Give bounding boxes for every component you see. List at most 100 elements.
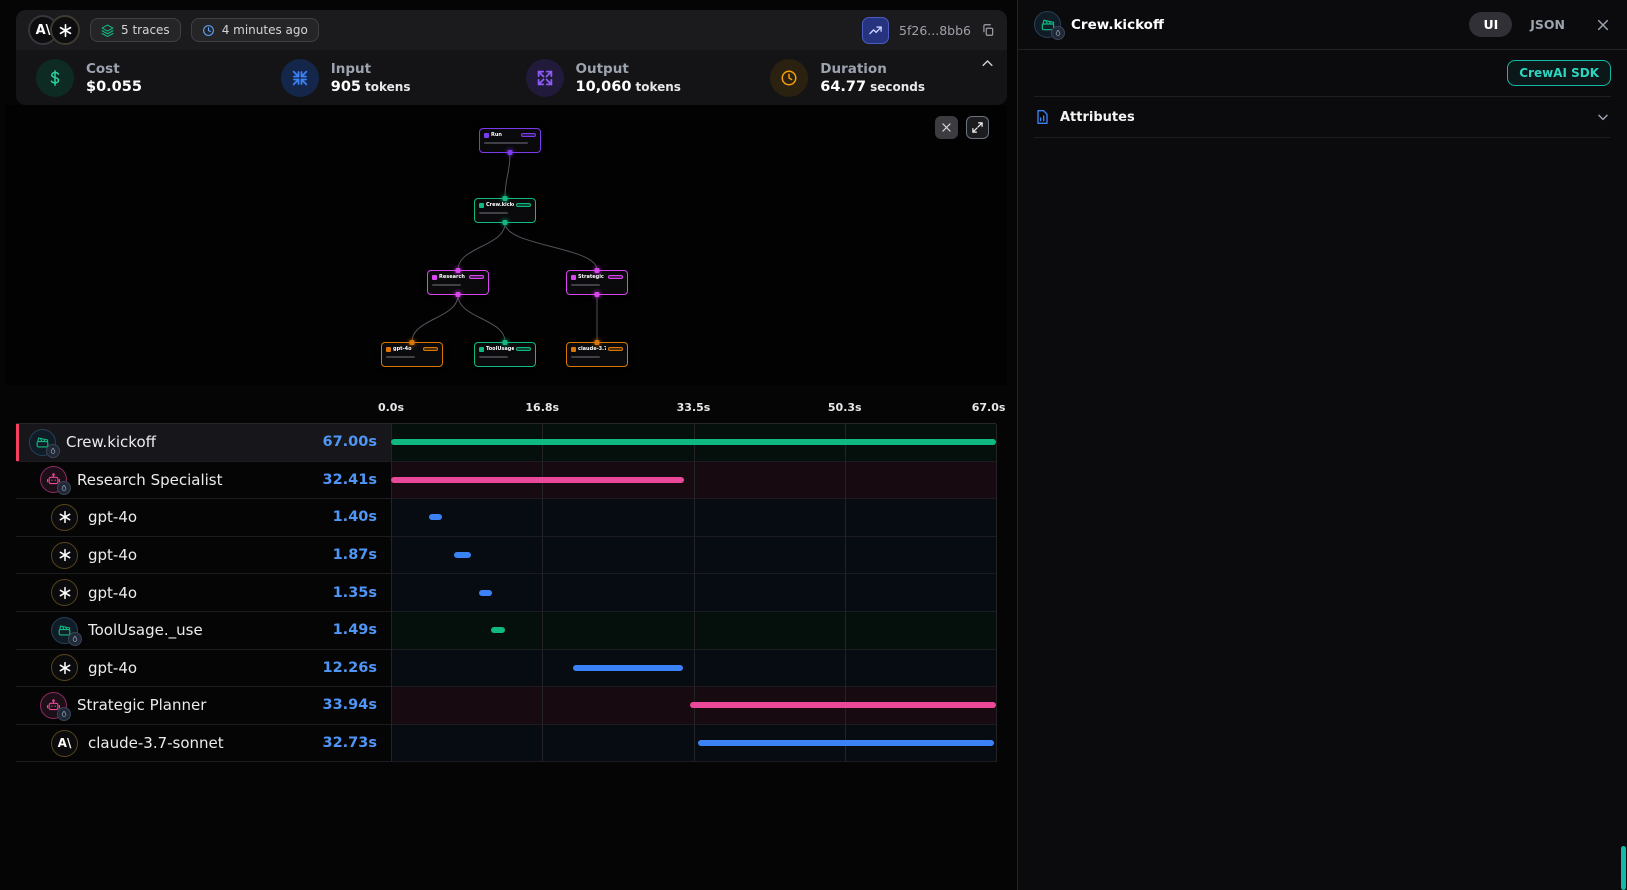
tab-ui[interactable]: UI: [1469, 12, 1512, 37]
node-subtitle: [386, 356, 415, 358]
app-root: A\ 5 traces 4 minutes ago 5f26...8bb6 Co…: [0, 0, 1627, 890]
crewai-mini-badge-icon: [68, 632, 82, 646]
node-title: Strategic Planner: [578, 274, 606, 280]
arrows-in-icon: [281, 59, 319, 97]
timeline-bar[interactable]: [698, 740, 994, 746]
waterfall-row-gpt-4o[interactable]: gpt-4o1.40s: [16, 499, 996, 537]
span-name: gpt-4o: [88, 508, 323, 526]
graph-node-tool[interactable]: ToolUsage._use: [474, 342, 536, 367]
trace-header-card: A\ 5 traces 4 minutes ago 5f26...8bb6 Co…: [16, 10, 1007, 105]
trace-header-top: A\ 5 traces 4 minutes ago 5f26...8bb6: [16, 10, 1007, 50]
openai-glyph: [58, 548, 72, 562]
trace-age-badge[interactable]: 4 minutes ago: [191, 18, 319, 42]
span-duration: 1.87s: [333, 547, 391, 563]
copy-icon[interactable]: [981, 23, 995, 37]
waterfall-rows: Crew.kickoff67.00s Research Specialist 32.…: [16, 423, 996, 762]
node-type-icon: [479, 203, 484, 208]
timeline-bar[interactable]: [454, 552, 471, 558]
graph-close-button[interactable]: [935, 116, 958, 139]
graph-node-research[interactable]: Research Speciali...: [427, 270, 489, 295]
timeline-lane: [391, 574, 996, 611]
node-connector-bot: [456, 292, 461, 297]
node-connector-top: [503, 196, 508, 201]
arrows-out-glyph: [536, 69, 554, 87]
waterfall-row-gpt-4o[interactable]: gpt-4o12.26s: [16, 650, 996, 688]
node-subtitle: [432, 284, 461, 286]
timeline-bar[interactable]: [690, 702, 996, 708]
openai-logo-glyph: [58, 23, 73, 38]
node-type-icon: [386, 347, 391, 352]
node-badge: [608, 275, 623, 279]
graph-node-claude[interactable]: claude-3.7-sonnet: [566, 342, 628, 367]
graph-node-crew[interactable]: Crew.kickoff: [474, 198, 536, 223]
timeline-bar[interactable]: [391, 477, 684, 483]
stat-output: Output10,060tokens: [512, 59, 757, 97]
waterfall-row-crew-kickoff[interactable]: Crew.kickoff67.00s: [16, 424, 996, 462]
span-name: Research Specialist: [77, 471, 313, 489]
openai-glyph: [58, 510, 72, 524]
node-title: Run: [491, 132, 519, 138]
scrollbar-thumb[interactable]: [1621, 846, 1626, 890]
traces-count-badge[interactable]: 5 traces: [90, 18, 181, 42]
openai-icon: [51, 542, 78, 569]
attributes-section-toggle[interactable]: Attributes: [1034, 97, 1611, 138]
graph-expand-button[interactable]: [966, 116, 989, 139]
openai-glyph: [58, 586, 72, 600]
waterfall-row-research-specialist[interactable]: Research Specialist 32.41s: [16, 462, 996, 500]
timeline-lane: [391, 650, 996, 687]
node-badge: [469, 275, 484, 279]
sdk-row: CrewAI SDK: [1034, 50, 1611, 97]
node-type-icon: [571, 347, 576, 352]
graph-node-strategic[interactable]: Strategic Planner: [566, 270, 628, 295]
node-title: gpt-4o: [393, 346, 421, 352]
graph-node-run[interactable]: Run: [479, 128, 541, 153]
close-icon: [1595, 17, 1611, 33]
graph-node-gpt[interactable]: gpt-4o: [381, 342, 443, 367]
timeline-bar[interactable]: [391, 439, 996, 445]
trending-up-icon: [868, 23, 883, 38]
stat-value: 64.77seconds: [820, 79, 925, 95]
axis-tick: 0.0s: [378, 401, 404, 414]
waterfall-row-strategic-planner[interactable]: Strategic Planner33.94s: [16, 687, 996, 725]
graph-edge: [458, 223, 505, 270]
graph-edge: [458, 295, 505, 342]
crewai-mini-badge-icon: [57, 481, 71, 495]
trace-overview-pane: A\ 5 traces 4 minutes ago 5f26...8bb6 Co…: [0, 0, 1017, 890]
crewai-mini-badge-icon: [57, 707, 71, 721]
attributes-file-glyph: [1034, 109, 1050, 125]
chevron-down-glyph: [1595, 109, 1611, 125]
node-badge: [521, 133, 536, 137]
timeline-lane: [391, 612, 996, 649]
tab-json[interactable]: JSON: [1516, 12, 1579, 37]
anthropic-glyph: A\: [58, 736, 72, 750]
stat-label: Cost: [86, 61, 142, 77]
graph-edge: [505, 223, 597, 270]
node-badge: [423, 347, 438, 351]
node-title: ToolUsage._use: [486, 346, 514, 352]
span-duration: 32.41s: [323, 472, 392, 488]
stat-unit: tokens: [635, 80, 680, 94]
close-icon: [940, 121, 953, 134]
span-name: gpt-4o: [88, 584, 323, 602]
node-type-icon: [432, 275, 437, 280]
node-subtitle: [484, 142, 528, 144]
waterfall-row-claude-3-7-sonnet[interactable]: A\claude-3.7-sonnet32.73s: [16, 725, 996, 763]
timeline-bar[interactable]: [429, 514, 442, 520]
trace-id-short: 5f26...8bb6: [899, 23, 971, 38]
span-name: Strategic Planner: [77, 696, 313, 714]
node-type-icon: [571, 275, 576, 280]
waterfall-row-gpt-4o[interactable]: gpt-4o1.87s: [16, 537, 996, 575]
waterfall-row-toolusage-use[interactable]: ToolUsage._use1.49s: [16, 612, 996, 650]
axis-tick: 67.0s: [972, 401, 1006, 414]
node-connector-top: [410, 340, 415, 345]
node-subtitle: [571, 356, 600, 358]
timeline-bar[interactable]: [479, 590, 491, 596]
metrics-button[interactable]: [862, 17, 889, 44]
timeline-bar[interactable]: [491, 627, 504, 633]
node-connector-top: [595, 340, 600, 345]
waterfall-panel: 0.0s16.8s33.5s50.3s67.0s Crew.kickoff67.…: [16, 393, 996, 762]
stat-duration: Duration64.77seconds: [756, 59, 1001, 97]
timeline-lane: [391, 537, 996, 574]
timeline-bar[interactable]: [573, 665, 684, 671]
waterfall-row-gpt-4o[interactable]: gpt-4o1.35s: [16, 574, 996, 612]
